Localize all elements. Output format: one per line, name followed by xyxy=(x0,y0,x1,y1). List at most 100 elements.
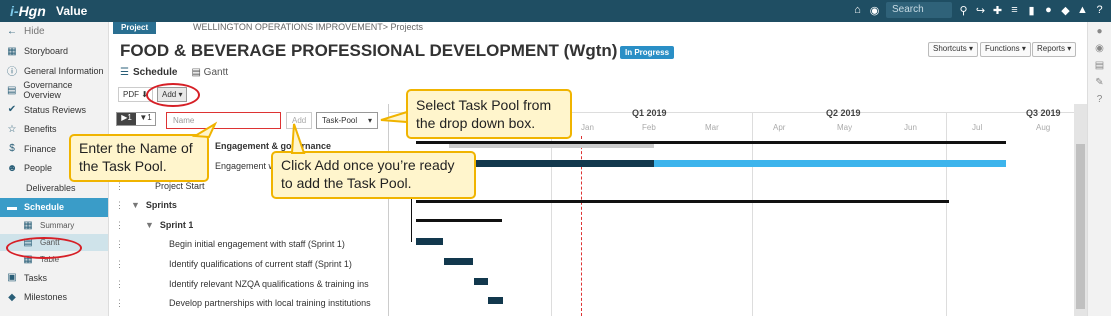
task-pool-name-input[interactable]: Name xyxy=(166,112,281,129)
share-icon[interactable]: ↪ xyxy=(975,4,986,17)
schedule-view-label[interactable]: Schedule xyxy=(133,67,177,78)
search-input[interactable]: Search xyxy=(886,2,952,18)
add-callout: Click Add once you’re ready to add the T… xyxy=(271,151,476,199)
table-row[interactable]: ⋮ Identify relevant NZQA qualifications &… xyxy=(113,274,389,294)
drag-handle-icon[interactable]: ⋮ xyxy=(115,259,125,270)
help-icon[interactable]: ? xyxy=(1097,94,1103,105)
summary-bar[interactable] xyxy=(416,200,949,203)
storyboard-icon: ▦ xyxy=(7,45,17,57)
people-icon: ☻ xyxy=(6,162,18,174)
add-task-pool-button[interactable]: Add xyxy=(286,112,312,129)
edit-icon[interactable]: ✎ xyxy=(1095,77,1103,88)
sidebar-item-general-information[interactable]: ⓘ General Information xyxy=(0,61,108,81)
notification-icon[interactable]: ◆ xyxy=(1060,4,1071,17)
sidebar-item-summary[interactable]: ▦ Summary xyxy=(0,217,108,234)
reports-button[interactable]: Reports ▾ xyxy=(1032,42,1077,57)
month-label: Feb xyxy=(642,123,656,132)
home-icon[interactable]: ⌂ xyxy=(852,4,863,16)
schedule-icon: ☰ xyxy=(120,67,129,78)
expand-toggle[interactable]: ▶1 ▼1 xyxy=(116,112,156,126)
top-bar: i-Hgn Value ⌂ ◉ Search ⚲ ↪ ✚ ≡ ▮ ● ◆ ▲ ? xyxy=(0,0,1111,22)
tasks-icon: ▣ xyxy=(7,272,17,284)
governance-icon: ▤ xyxy=(6,84,17,96)
drag-handle-icon[interactable]: ⋮ xyxy=(115,239,125,250)
comment-icon[interactable]: ● xyxy=(1096,26,1102,37)
sidebar-item-storyboard[interactable]: ▦ Storyboard xyxy=(0,42,108,62)
month-label: Mar xyxy=(705,123,719,132)
vertical-scrollbar[interactable] xyxy=(1074,104,1087,316)
chevron-down-icon: ▾ xyxy=(367,116,372,125)
drag-handle-icon[interactable]: ⋮ xyxy=(115,220,125,231)
month-label: Apr xyxy=(773,123,786,132)
view-selector: ☰ Schedule ▤ Gantt xyxy=(120,67,228,78)
chat-icon[interactable]: ◉ xyxy=(1095,43,1104,54)
select-callout: Select Task Pool from the drop down box. xyxy=(406,89,572,139)
quarter-label: Q1 2019 xyxy=(632,108,667,118)
schedule-icon: ▬ xyxy=(7,201,17,213)
gantt-highlight-ring xyxy=(6,237,82,259)
help-icon[interactable]: ? xyxy=(1094,4,1105,16)
month-label: Jan xyxy=(581,123,594,132)
milestone-icon: ◆ xyxy=(8,291,16,303)
search-icon[interactable]: ⚲ xyxy=(958,4,969,17)
table-row[interactable]: ⋮ Identify qualifications of current staf… xyxy=(113,254,389,274)
arrow-left-icon: ← xyxy=(7,26,17,38)
shortcuts-button[interactable]: Shortcuts ▾ xyxy=(928,42,979,57)
sidebar-item-status-reviews[interactable]: ✔ Status Reviews xyxy=(0,100,108,120)
task-bar[interactable] xyxy=(416,238,443,245)
month-label: May xyxy=(837,123,853,132)
document-icon[interactable]: ▤ xyxy=(1095,60,1104,71)
info-icon: ⓘ xyxy=(7,67,17,79)
table-row[interactable]: ⋮ ▼ Sprint 1 xyxy=(113,215,389,235)
dollar-icon: $ xyxy=(9,143,15,155)
gantt-view-label[interactable]: ▤ Gantt xyxy=(191,67,228,78)
task-bar[interactable] xyxy=(654,160,1006,167)
app-logo[interactable]: i-Hgn xyxy=(10,3,50,19)
app-title: Value xyxy=(56,4,88,18)
hide-sidebar-button[interactable]: ← Hide xyxy=(0,22,108,42)
collapse-arrow-icon[interactable]: ▼ xyxy=(131,200,140,210)
table-row[interactable]: ⋮ Begin initial engagement with staff (Sp… xyxy=(113,234,389,254)
quarter-label: Q3 2019 xyxy=(1026,108,1061,118)
globe-icon[interactable]: ◉ xyxy=(869,4,880,17)
breadcrumb[interactable]: WELLINGTON OPERATIONS IMPROVEMENT> Proje… xyxy=(193,22,423,32)
sidebar-item-governance-overview[interactable]: ▤ Governance Overview xyxy=(0,80,108,100)
summary-icon: ▦ xyxy=(23,220,33,231)
drag-handle-icon[interactable]: ⋮ xyxy=(115,181,125,192)
baseline-bar xyxy=(449,144,654,148)
quarter-label: Q2 2019 xyxy=(826,108,861,118)
month-label: Jun xyxy=(904,123,917,132)
chat-icon[interactable]: ● xyxy=(1043,4,1054,16)
project-badge: Project xyxy=(113,22,157,34)
scrollbar-thumb[interactable] xyxy=(1076,144,1085,309)
status-badge: In Progress xyxy=(620,46,675,59)
table-row[interactable]: ⋮ Develop partnerships with local trainin… xyxy=(113,293,389,313)
sidebar-item-schedule[interactable]: ▬ Schedule xyxy=(0,197,108,217)
summary-bar[interactable] xyxy=(416,219,502,222)
plus-icon[interactable]: ✚ xyxy=(992,4,1003,17)
task-bar[interactable] xyxy=(474,278,488,285)
star-icon: ☆ xyxy=(7,123,17,135)
month-label: Jul xyxy=(972,123,983,132)
drag-handle-icon[interactable]: ⋮ xyxy=(115,200,125,211)
expand-level-button[interactable]: ▶1 xyxy=(117,113,136,125)
bookmark-icon[interactable]: ▮ xyxy=(1026,4,1037,17)
task-bar[interactable] xyxy=(474,160,654,167)
menu-icon[interactable]: ≡ xyxy=(1009,4,1020,16)
drag-handle-icon[interactable]: ⋮ xyxy=(115,279,125,290)
right-toolbar: ● ◉ ▤ ✎ ? xyxy=(1087,22,1111,316)
sidebar-item-milestones[interactable]: ◆ Milestones xyxy=(0,288,108,308)
month-label: Aug xyxy=(1036,123,1051,132)
functions-button[interactable]: Functions ▾ xyxy=(980,42,1031,57)
user-icon[interactable]: ▲ xyxy=(1077,4,1088,16)
collapse-arrow-icon[interactable]: ▼ xyxy=(145,220,154,230)
collapse-level-button[interactable]: ▼1 xyxy=(136,113,155,125)
check-icon: ✔ xyxy=(7,104,17,116)
name-callout: Enter the Name of the Task Pool. xyxy=(69,134,209,182)
drag-handle-icon[interactable]: ⋮ xyxy=(115,298,125,309)
page-title: FOOD & BEVERAGE PROFESSIONAL DEVELOPMENT… xyxy=(120,41,618,60)
task-type-select[interactable]: Task-Pool ▾ xyxy=(316,112,378,129)
task-bar[interactable] xyxy=(488,297,503,304)
sidebar-item-tasks[interactable]: ▣ Tasks xyxy=(0,268,108,288)
task-bar[interactable] xyxy=(444,258,473,265)
